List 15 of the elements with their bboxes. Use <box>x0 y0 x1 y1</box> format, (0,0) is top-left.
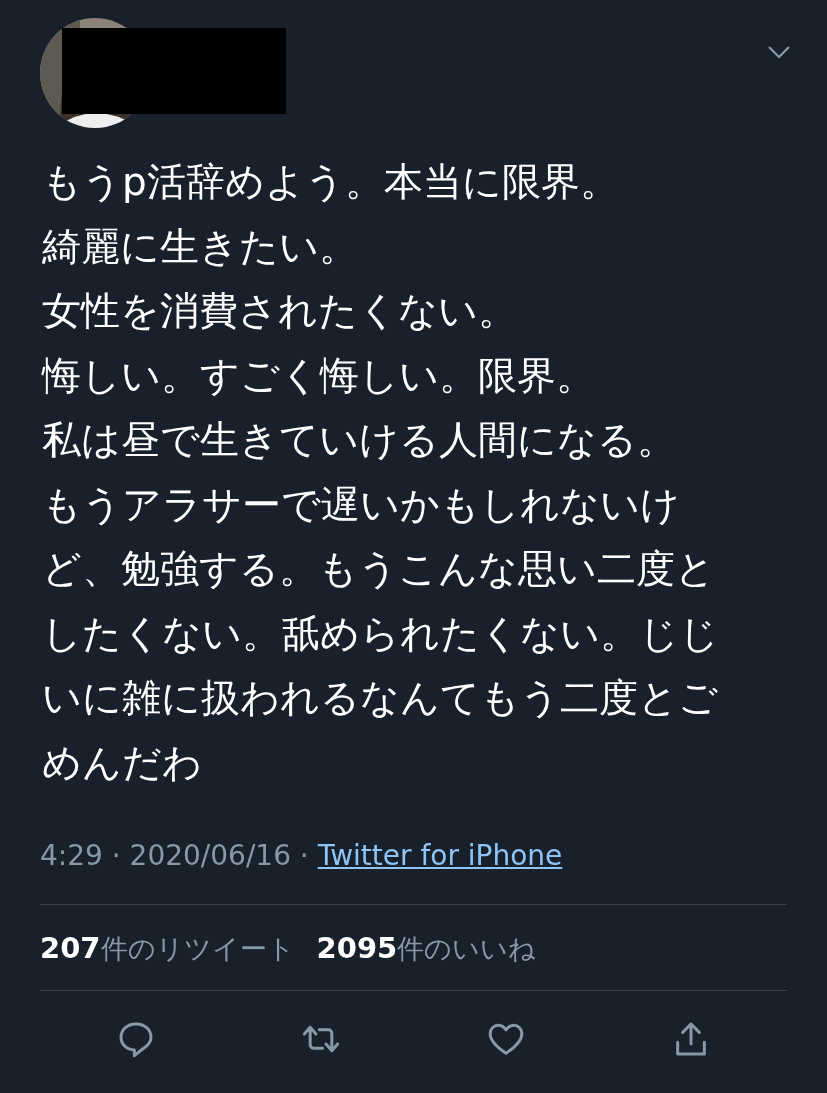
tweet-text-line: もうp活辞めよう。本当に限界。 <box>42 158 620 206</box>
tweet-text-line: めんだわ <box>42 738 203 787</box>
stat-count[interactable]: 2095件のいいね <box>316 931 537 990</box>
tweet-text-line: 悔しい。すごく悔しい。限界。 <box>42 351 596 400</box>
tweet-text-line: 女性を消費されたくない。 <box>42 287 518 335</box>
chevron-down-icon[interactable] <box>767 45 791 59</box>
tweet-text-line: ど、勉強する。もうこんな思い二度と <box>42 545 716 593</box>
tweet-text-line: もうアラサーで遅いかもしれないけ <box>42 480 681 529</box>
source-link[interactable]: Twitter for iPhone <box>317 839 563 872</box>
tweet-text-line: いに雑に扱われるなんてもう二度とご <box>42 674 719 722</box>
tweet-text-line: したくない。舐められたくない。じじ <box>42 609 720 658</box>
tweet-text-line: 綺麗に生きたい。 <box>42 222 359 271</box>
stat-count[interactable]: 207件のリツイート <box>40 931 295 990</box>
tweet-text-line: 私は昼で生きていける人間になる。 <box>42 416 677 464</box>
timestamp: 4:29 · 2020/06/16 · <box>40 839 310 872</box>
